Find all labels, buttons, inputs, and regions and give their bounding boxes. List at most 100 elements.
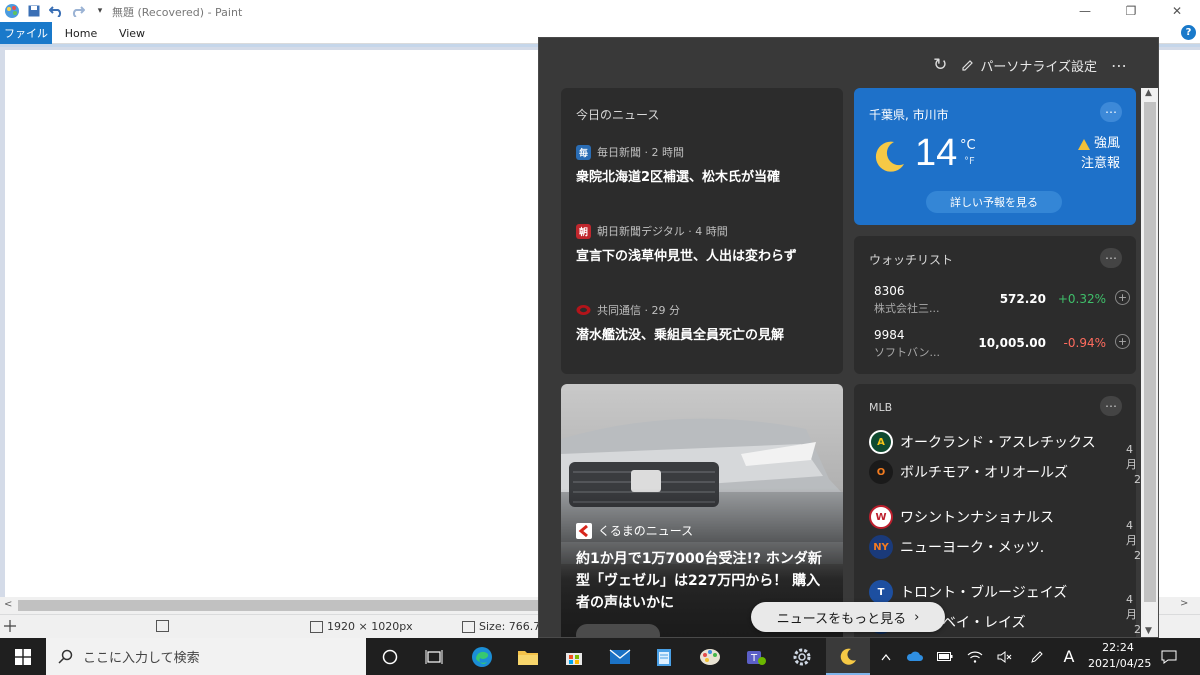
news-item[interactable]: 共同通信 · 29 分 潜水艦沈没、乗組員全員死亡の見解 [576,302,836,343]
file-explorer-icon[interactable] [506,638,550,675]
taskbar-search-box[interactable]: ここに入力して検索 [46,638,366,675]
game-date: 4月 2 [1126,442,1141,487]
game-date-month: 4月 [1126,593,1137,621]
stock-row[interactable]: 9984 ソフトバン... 10,005.00 -0.94% + [874,328,1130,362]
notifications-icon[interactable] [1154,638,1184,675]
clock-time: 22:24 [1102,641,1134,654]
teams-icon[interactable]: T [734,638,778,675]
weather-location: 千葉県, 市川市 [869,108,949,122]
add-stock-icon[interactable]: + [1115,290,1130,305]
kurumanews-logo-icon [576,522,592,539]
team-row[interactable]: NY ニューヨーク・メッツ. [869,535,1044,559]
minimize-icon[interactable]: — [1062,0,1108,22]
detailed-forecast-button[interactable]: 詳しい予報を見る [926,191,1062,213]
paint-icon[interactable] [688,638,732,675]
start-button[interactable] [0,638,46,675]
flyout-header: ↻ パーソナライズ設定 ⋯ [933,54,1158,76]
task-view-icon[interactable] [412,638,456,675]
news-item[interactable]: 朝 朝日新聞デジタル · 4 時間 宣言下の浅草仲見世、人出は変わらず [576,223,836,264]
settings-icon[interactable] [780,638,824,675]
onedrive-icon[interactable] [902,638,928,675]
battery-icon[interactable] [932,638,958,675]
notepad-icon[interactable] [642,638,686,675]
stock-name: 株式会社三... [874,302,940,315]
more-news-button[interactable]: ニュースをもっと見る › [751,602,945,632]
disk-icon [462,620,475,633]
weather-more-icon[interactable]: ⋯ [1100,102,1122,122]
add-stock-icon[interactable]: + [1115,334,1130,349]
news-source: 共同通信 · 29 分 [576,302,836,318]
like-button[interactable] [576,624,660,637]
flyout-scrollbar[interactable]: ▲ ▼ [1141,88,1158,637]
team-name: ボルチモア・オリオールズ [900,465,1068,481]
personalize-button[interactable]: パーソナライズ設定 [961,56,1097,75]
team-row[interactable]: T トロント・ブルージェイズ [869,580,1067,604]
alert-line-2: 注意報 [1080,156,1120,171]
team-row[interactable]: A オークランド・アスレチックス [869,430,1096,454]
store-icon[interactable] [552,638,596,675]
mlb-more-icon[interactable]: ⋯ [1100,396,1122,416]
watchlist-more-icon[interactable]: ⋯ [1100,248,1122,268]
paint-app-icon[interactable] [4,3,20,19]
clock[interactable]: 22:24 2021/04/25 [1088,640,1152,672]
featured-story-card[interactable]: くるまのニュース 約1か月で1万7000台受注!? ホンダ新型「ヴェゼル」は22… [561,384,843,637]
taskbar: ここに入力して検索 T A 22:24 2021/04/25 [0,638,1200,675]
tab-file[interactable]: ファイル [0,22,52,44]
kyodo-logo-icon [576,303,591,318]
more-options-icon[interactable]: ⋯ [1111,56,1128,75]
wifi-icon[interactable] [962,638,988,675]
chevron-right-icon: › [914,609,920,625]
weather-alert[interactable]: 強風 注意報 [1077,134,1120,174]
refresh-icon[interactable]: ↻ [933,55,947,75]
weather-card[interactable]: 千葉県, 市川市 ⋯ 14 °C °F 強風 注意報 詳しい予報を見る [854,88,1136,225]
news-weather-icon[interactable] [826,638,870,675]
scroll-down-icon[interactable]: ▼ [1145,626,1152,636]
scrollbar-thumb[interactable] [18,600,538,611]
team-row[interactable]: O ボルチモア・オリオールズ [869,460,1068,484]
restore-icon[interactable]: ❐ [1108,0,1154,22]
volume-muted-icon[interactable] [992,638,1018,675]
pencil-icon [962,59,974,71]
undo-icon[interactable] [48,3,64,19]
cortana-icon[interactable] [368,638,412,675]
customize-toolbar-icon[interactable]: ▾ [92,3,108,19]
clock-date: 2021/04/25 [1088,657,1152,670]
close-icon[interactable]: ✕ [1154,0,1200,22]
flyout-scrollbar-thumb[interactable] [1144,102,1156,602]
alert-line-1: 強風 [1093,136,1120,151]
help-icon[interactable]: ? [1181,25,1196,40]
game-date: 4月 2 [1126,518,1141,563]
scroll-right-icon[interactable]: > [1180,598,1188,609]
game-date-month: 4月 [1126,443,1137,471]
bluejays-logo-icon: T [869,580,893,604]
top-news-card: 今日のニュース 毎 毎日新聞 · 2 時間 衆院北海道2区補選、松木氏が当確 朝… [561,88,843,374]
game-date-day: 2 [1134,473,1141,486]
unit-celsius[interactable]: °C [960,138,976,153]
unit-fahrenheit[interactable]: °F [964,156,975,167]
scroll-up-icon[interactable]: ▲ [1145,88,1152,98]
pen-workspace-icon[interactable] [1024,638,1050,675]
ime-indicator[interactable]: A [1056,638,1082,675]
game-date-month: 4月 [1126,519,1137,547]
news-headline: 衆院北海道2区補選、松木氏が当確 [576,170,781,185]
scroll-left-icon[interactable]: < [4,599,12,610]
stock-price: 572.20 [999,292,1046,306]
mail-icon[interactable] [598,638,642,675]
canvas-size-icon [310,620,323,633]
tab-view[interactable]: View [112,22,152,44]
horizontal-scrollbar[interactable]: < [0,597,540,614]
show-hidden-icons[interactable] [876,638,896,675]
game-date-day: 2 [1134,623,1141,636]
team-row[interactable]: W ワシントンナショナルス [869,505,1054,529]
watchlist-card: ウォッチリスト ⋯ 8306 株式会社三... 572.20 +0.32% + … [854,236,1149,374]
news-source-label: 毎日新聞 · 2 時間 [597,146,684,159]
tab-home[interactable]: Home [58,22,104,44]
edge-icon[interactable] [460,638,504,675]
news-item[interactable]: 毎 毎日新聞 · 2 時間 衆院北海道2区補選、松木氏が当確 [576,144,836,185]
redo-icon[interactable] [70,3,86,19]
save-icon[interactable] [26,3,42,19]
search-placeholder: ここに入力して検索 [83,651,200,666]
stock-symbol: 8306 [874,284,905,298]
stock-row[interactable]: 8306 株式会社三... 572.20 +0.32% + [874,284,1130,318]
athletics-logo-icon: A [869,430,893,454]
